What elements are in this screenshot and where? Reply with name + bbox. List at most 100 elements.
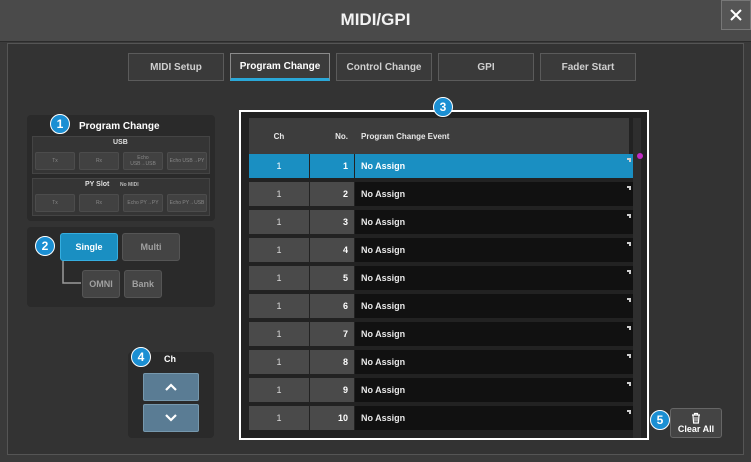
title-bar: MIDI/GPI — [0, 0, 751, 42]
py-tx-button[interactable]: Tx — [35, 194, 75, 212]
callout-badge-2: 2 — [35, 236, 55, 256]
channel-down-button[interactable] — [143, 404, 199, 432]
edit-corner-icon — [627, 270, 631, 274]
event-cell[interactable]: No Assign — [355, 378, 635, 402]
bank-button[interactable]: Bank — [124, 270, 162, 298]
window-title: MIDI/GPI — [340, 10, 411, 29]
event-cell[interactable]: No Assign — [355, 406, 635, 430]
ch-cell: 1 — [249, 406, 309, 430]
ch-cell: 1 — [249, 350, 309, 374]
edit-corner-icon — [627, 214, 631, 218]
event-cell[interactable]: No Assign — [355, 294, 635, 318]
py-rx-button[interactable]: Rx — [79, 194, 119, 212]
table-scrollbar[interactable] — [633, 118, 641, 438]
ch-cell: 1 — [249, 294, 309, 318]
clear-all-label: Clear All — [677, 424, 715, 434]
mode-panel: Single Multi OMNI Bank — [27, 227, 215, 307]
tab-gpi[interactable]: GPI — [438, 53, 534, 81]
scroll-indicator — [637, 153, 643, 159]
tab-midi-setup[interactable]: MIDI Setup — [128, 53, 224, 81]
callout-badge-4: 4 — [131, 347, 151, 367]
ch-cell: 1 — [249, 210, 309, 234]
usb-rx-button[interactable]: Rx — [79, 152, 119, 170]
channel-up-button[interactable] — [143, 373, 199, 401]
no-cell: 8 — [310, 350, 354, 374]
table-row[interactable]: 1 3 No Assign — [249, 210, 635, 234]
edit-corner-icon — [627, 410, 631, 414]
table-row[interactable]: 1 6 No Assign — [249, 294, 635, 318]
edit-corner-icon — [627, 354, 631, 358]
table-row[interactable]: 1 4 No Assign — [249, 238, 635, 262]
channel-label: Ch — [164, 354, 176, 364]
chevron-down-icon — [165, 414, 177, 422]
table-row[interactable]: 1 2 No Assign — [249, 182, 635, 206]
no-cell: 10 — [310, 406, 354, 430]
no-cell: 9 — [310, 378, 354, 402]
close-icon — [730, 9, 742, 21]
usb-tx-button[interactable]: Tx — [35, 152, 75, 170]
table-row[interactable]: 1 1 No Assign — [249, 154, 635, 178]
table-row[interactable]: 1 7 No Assign — [249, 322, 635, 346]
event-label: No Assign — [361, 385, 406, 395]
omni-button[interactable]: OMNI — [82, 270, 120, 298]
panel-heading: Program Change — [79, 121, 160, 132]
single-button[interactable]: Single — [60, 233, 118, 261]
no-cell: 7 — [310, 322, 354, 346]
edit-corner-icon — [627, 158, 631, 162]
usb-echo-py-button[interactable]: Echo USB→PY — [167, 152, 207, 170]
event-label: No Assign — [361, 329, 406, 339]
event-cell[interactable]: No Assign — [355, 238, 635, 262]
program-change-table: Ch No. Program Change Event 1 1 No Assig… — [239, 110, 649, 440]
py-echo-py-button[interactable]: Echo PY→PY — [123, 194, 163, 212]
ch-cell: 1 — [249, 182, 309, 206]
column-header-ch: Ch — [273, 131, 285, 141]
event-cell[interactable]: No Assign — [355, 182, 635, 206]
table-row[interactable]: 1 9 No Assign — [249, 378, 635, 402]
edit-corner-icon — [627, 326, 631, 330]
trash-icon — [692, 412, 700, 424]
event-cell[interactable]: No Assign — [355, 322, 635, 346]
edit-corner-icon — [627, 382, 631, 386]
tab-program-change[interactable]: Program Change — [230, 53, 330, 81]
ch-cell: 1 — [249, 322, 309, 346]
py-slot-label: PY Slot — [85, 181, 110, 188]
callout-badge-1: 1 — [50, 114, 70, 134]
no-cell: 6 — [310, 294, 354, 318]
event-cell[interactable]: No Assign — [355, 350, 635, 374]
no-cell: 1 — [310, 154, 354, 178]
edit-corner-icon — [627, 242, 631, 246]
tab-control-change[interactable]: Control Change — [336, 53, 432, 81]
usb-group: USB Tx Rx Echo USB→USB Echo USB→PY — [32, 136, 210, 174]
no-midi-note: No MIDI — [120, 182, 139, 188]
tab-fader-start[interactable]: Fader Start — [540, 53, 636, 81]
event-cell[interactable]: No Assign — [355, 154, 635, 178]
clear-all-button[interactable]: Clear All — [670, 408, 722, 438]
event-label: No Assign — [361, 245, 406, 255]
close-button[interactable] — [721, 0, 751, 30]
usb-echo-usb-button[interactable]: Echo USB→USB — [123, 152, 163, 170]
event-cell[interactable]: No Assign — [355, 266, 635, 290]
event-label: No Assign — [361, 189, 406, 199]
tab-bar: MIDI Setup Program Change Control Change… — [128, 53, 636, 81]
event-label: No Assign — [361, 301, 406, 311]
edit-corner-icon — [627, 186, 631, 190]
no-cell: 3 — [310, 210, 354, 234]
callout-badge-3: 3 — [433, 97, 453, 117]
event-label: No Assign — [361, 217, 406, 227]
py-echo-usb-button[interactable]: Echo PY→USB — [167, 194, 207, 212]
table-row[interactable]: 1 8 No Assign — [249, 350, 635, 374]
event-label: No Assign — [361, 161, 406, 171]
no-cell: 4 — [310, 238, 354, 262]
event-label: No Assign — [361, 357, 406, 367]
table-row[interactable]: 1 10 No Assign — [249, 406, 635, 430]
multi-button[interactable]: Multi — [122, 233, 180, 261]
event-cell[interactable]: No Assign — [355, 210, 635, 234]
edit-corner-icon — [627, 298, 631, 302]
chevron-up-icon — [165, 383, 177, 391]
mode-connector-line — [62, 261, 81, 284]
column-header-no: No. — [335, 131, 348, 141]
table-header: Ch No. Program Change Event — [249, 118, 629, 154]
table-row[interactable]: 1 5 No Assign — [249, 266, 635, 290]
ch-cell: 1 — [249, 378, 309, 402]
ch-cell: 1 — [249, 238, 309, 262]
